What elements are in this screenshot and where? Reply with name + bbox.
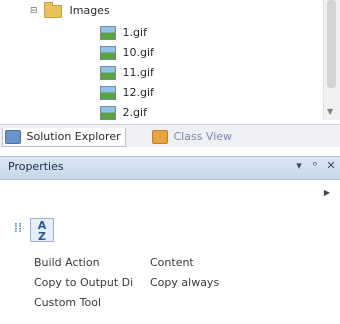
image-file-icon (100, 86, 116, 100)
property-name: Build Action (34, 256, 100, 269)
tree-scrollbar[interactable]: ▼ (323, 0, 340, 120)
categorized-icon[interactable]: ⁞⁞ (10, 218, 26, 240)
image-file-icon (100, 66, 116, 80)
file-label: 11.gif (122, 66, 154, 79)
tree-file[interactable]: 2.gif (100, 104, 147, 120)
tab-class-view[interactable]: Class View (150, 128, 236, 146)
solution-explorer-icon (5, 130, 21, 144)
folder-label: Images (69, 4, 110, 17)
properties-toolbar: ⁞⁞ AZ (0, 214, 340, 244)
tree-file[interactable]: 12.gif (100, 84, 154, 102)
tree-file[interactable]: 11.gif (100, 64, 154, 82)
scroll-thumb[interactable] (327, 0, 336, 88)
image-file-icon (100, 46, 116, 60)
window-position-icon[interactable]: ▾ (292, 159, 306, 172)
image-file-icon (100, 106, 116, 120)
close-icon[interactable]: ✕ (324, 159, 338, 172)
tool-window-tabs: Solution Explorer Class View (0, 124, 340, 147)
tab-label: Class View (173, 130, 233, 143)
scroll-down-icon[interactable]: ▼ (327, 107, 333, 116)
properties-title: Properties (8, 160, 64, 173)
pin-icon[interactable]: ᵒ (308, 159, 322, 172)
image-file-icon (100, 26, 116, 40)
property-value[interactable]: Copy always (150, 274, 219, 292)
chevron-down-icon[interactable]: ▶ (324, 188, 330, 197)
property-value[interactable]: Content (150, 254, 194, 272)
property-row-custom-tool[interactable]: Custom Tool (0, 294, 340, 312)
tree-file[interactable]: 1.gif (100, 24, 147, 42)
property-name: Custom Tool (34, 296, 102, 309)
collapse-icon[interactable]: ⊟ (30, 2, 38, 20)
tab-solution-explorer[interactable]: Solution Explorer (2, 128, 126, 147)
properties-titlebar: Properties ▾ ᵒ ✕ (0, 156, 340, 180)
alphabetical-sort-icon[interactable]: AZ (30, 218, 54, 242)
file-label: 1.gif (122, 26, 147, 39)
object-selector-dropdown[interactable]: ▶ (2, 182, 336, 206)
file-label: 2.gif (122, 106, 147, 119)
class-view-icon (152, 130, 168, 144)
file-label: 12.gif (122, 86, 154, 99)
property-row-build-action[interactable]: Build Action Content (0, 254, 340, 272)
solution-explorer-tree[interactable]: ⊟ Images 1.gif 10.gif 11.gif 12.gif 2.gi… (0, 0, 340, 120)
folder-icon (44, 1, 62, 18)
tree-file[interactable]: 10.gif (100, 44, 154, 62)
tab-label: Solution Explorer (26, 130, 121, 143)
property-name: Copy to Output Di (34, 276, 134, 289)
tree-folder-images[interactable]: ⊟ Images (30, 1, 110, 20)
property-row-copy-to-output[interactable]: Copy to Output Di Copy always (0, 274, 340, 292)
file-label: 10.gif (122, 46, 154, 59)
